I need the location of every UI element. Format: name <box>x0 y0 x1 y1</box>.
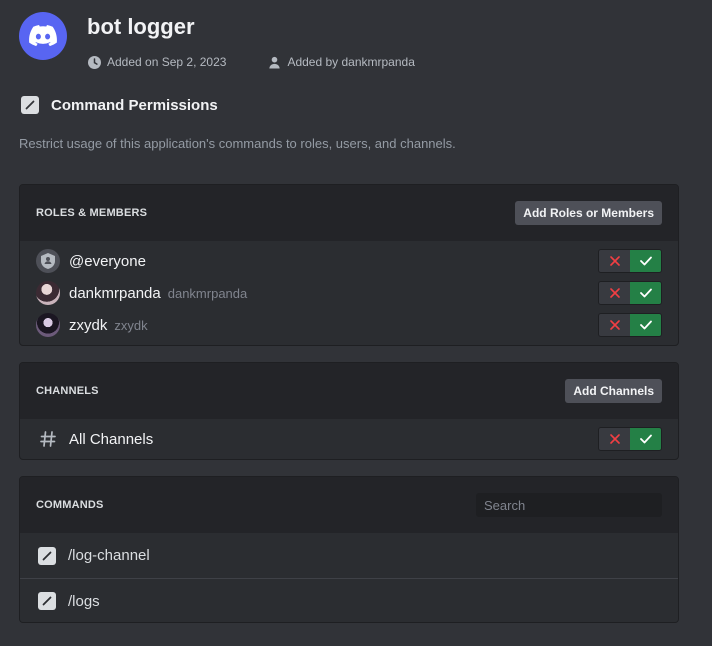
check-icon <box>639 434 652 444</box>
row-label: dankmrpanda <box>69 284 161 302</box>
channels-panel: CHANNELS Add Channels All Channels <box>19 362 679 460</box>
permission-toggle <box>598 427 662 451</box>
roles-members-title: ROLES & MEMBERS <box>36 207 148 219</box>
added-on: Added on Sep 2, 2023 <box>88 55 226 69</box>
slash-command-icon <box>21 96 39 114</box>
command-label: /log-channel <box>68 547 150 564</box>
check-icon <box>639 320 652 330</box>
allow-button[interactable] <box>630 282 661 304</box>
search-box <box>476 493 662 517</box>
commands-panel: COMMANDS /log-channel /logs <box>19 476 679 623</box>
x-icon <box>609 434 620 444</box>
app-name: bot logger <box>87 14 195 39</box>
add-roles-members-button[interactable]: Add Roles or Members <box>515 201 662 225</box>
check-icon <box>639 288 652 298</box>
allow-button[interactable] <box>630 250 661 272</box>
app-header: bot logger Added on Sep 2, 2023 Added by… <box>19 12 699 72</box>
hash-icon <box>36 427 60 451</box>
x-icon <box>609 288 620 298</box>
permission-toggle <box>598 281 662 305</box>
slash-command-icon <box>38 592 56 610</box>
permission-row-all-channels: All Channels <box>20 423 678 455</box>
shield-icon <box>36 249 60 273</box>
app-permissions-page: bot logger Added on Sep 2, 2023 Added by… <box>0 0 712 646</box>
added-on-text: Added on Sep 2, 2023 <box>107 55 227 69</box>
added-by: Added by dankmrpanda <box>268 55 415 69</box>
permission-toggle <box>598 313 662 337</box>
commands-title: COMMANDS <box>36 499 104 511</box>
row-label: All Channels <box>69 430 154 448</box>
section-title: Command Permissions <box>51 96 218 114</box>
x-icon <box>609 320 620 330</box>
roles-members-header: ROLES & MEMBERS Add Roles or Members <box>20 185 678 241</box>
x-icon <box>609 256 620 266</box>
deny-button[interactable] <box>599 250 630 272</box>
permission-row-zxydk: zxydk zxydk <box>20 309 678 341</box>
permission-toggle <box>598 249 662 273</box>
permission-row-dankmrpanda: dankmrpanda dankmrpanda <box>20 277 678 309</box>
check-icon <box>639 256 652 266</box>
channels-title: CHANNELS <box>36 385 99 397</box>
avatar <box>36 281 60 305</box>
row-username: zxydk <box>114 317 148 333</box>
permission-row-everyone: @everyone <box>20 245 678 277</box>
section-description: Restrict usage of this application's com… <box>19 136 456 151</box>
command-label: /logs <box>68 592 100 610</box>
avatar <box>36 313 60 337</box>
command-permissions-heading: Command Permissions <box>21 96 218 114</box>
deny-button[interactable] <box>599 314 630 336</box>
discord-logo-icon <box>19 12 67 60</box>
channels-header: CHANNELS Add Channels <box>20 363 678 419</box>
deny-button[interactable] <box>599 428 630 450</box>
add-channels-button[interactable]: Add Channels <box>565 379 662 403</box>
commands-header: COMMANDS <box>20 477 678 533</box>
clock-icon <box>88 55 101 69</box>
command-row-logs[interactable]: /logs <box>20 578 678 622</box>
added-by-text: Added by dankmrpanda <box>287 55 415 69</box>
allow-button[interactable] <box>630 428 661 450</box>
row-label: @everyone <box>69 252 146 270</box>
roles-members-panel: ROLES & MEMBERS Add Roles or Members @ev… <box>19 184 679 346</box>
search-input[interactable] <box>484 497 660 513</box>
allow-button[interactable] <box>630 314 661 336</box>
deny-button[interactable] <box>599 282 630 304</box>
slash-command-icon <box>38 546 56 565</box>
app-meta: Added on Sep 2, 2023 Added by dankmrpand… <box>88 55 415 69</box>
row-label: zxydk <box>69 316 108 334</box>
command-row-log-channel[interactable]: /log-channel <box>20 533 678 578</box>
user-icon <box>269 56 281 69</box>
row-username: dankmrpanda <box>167 285 248 301</box>
